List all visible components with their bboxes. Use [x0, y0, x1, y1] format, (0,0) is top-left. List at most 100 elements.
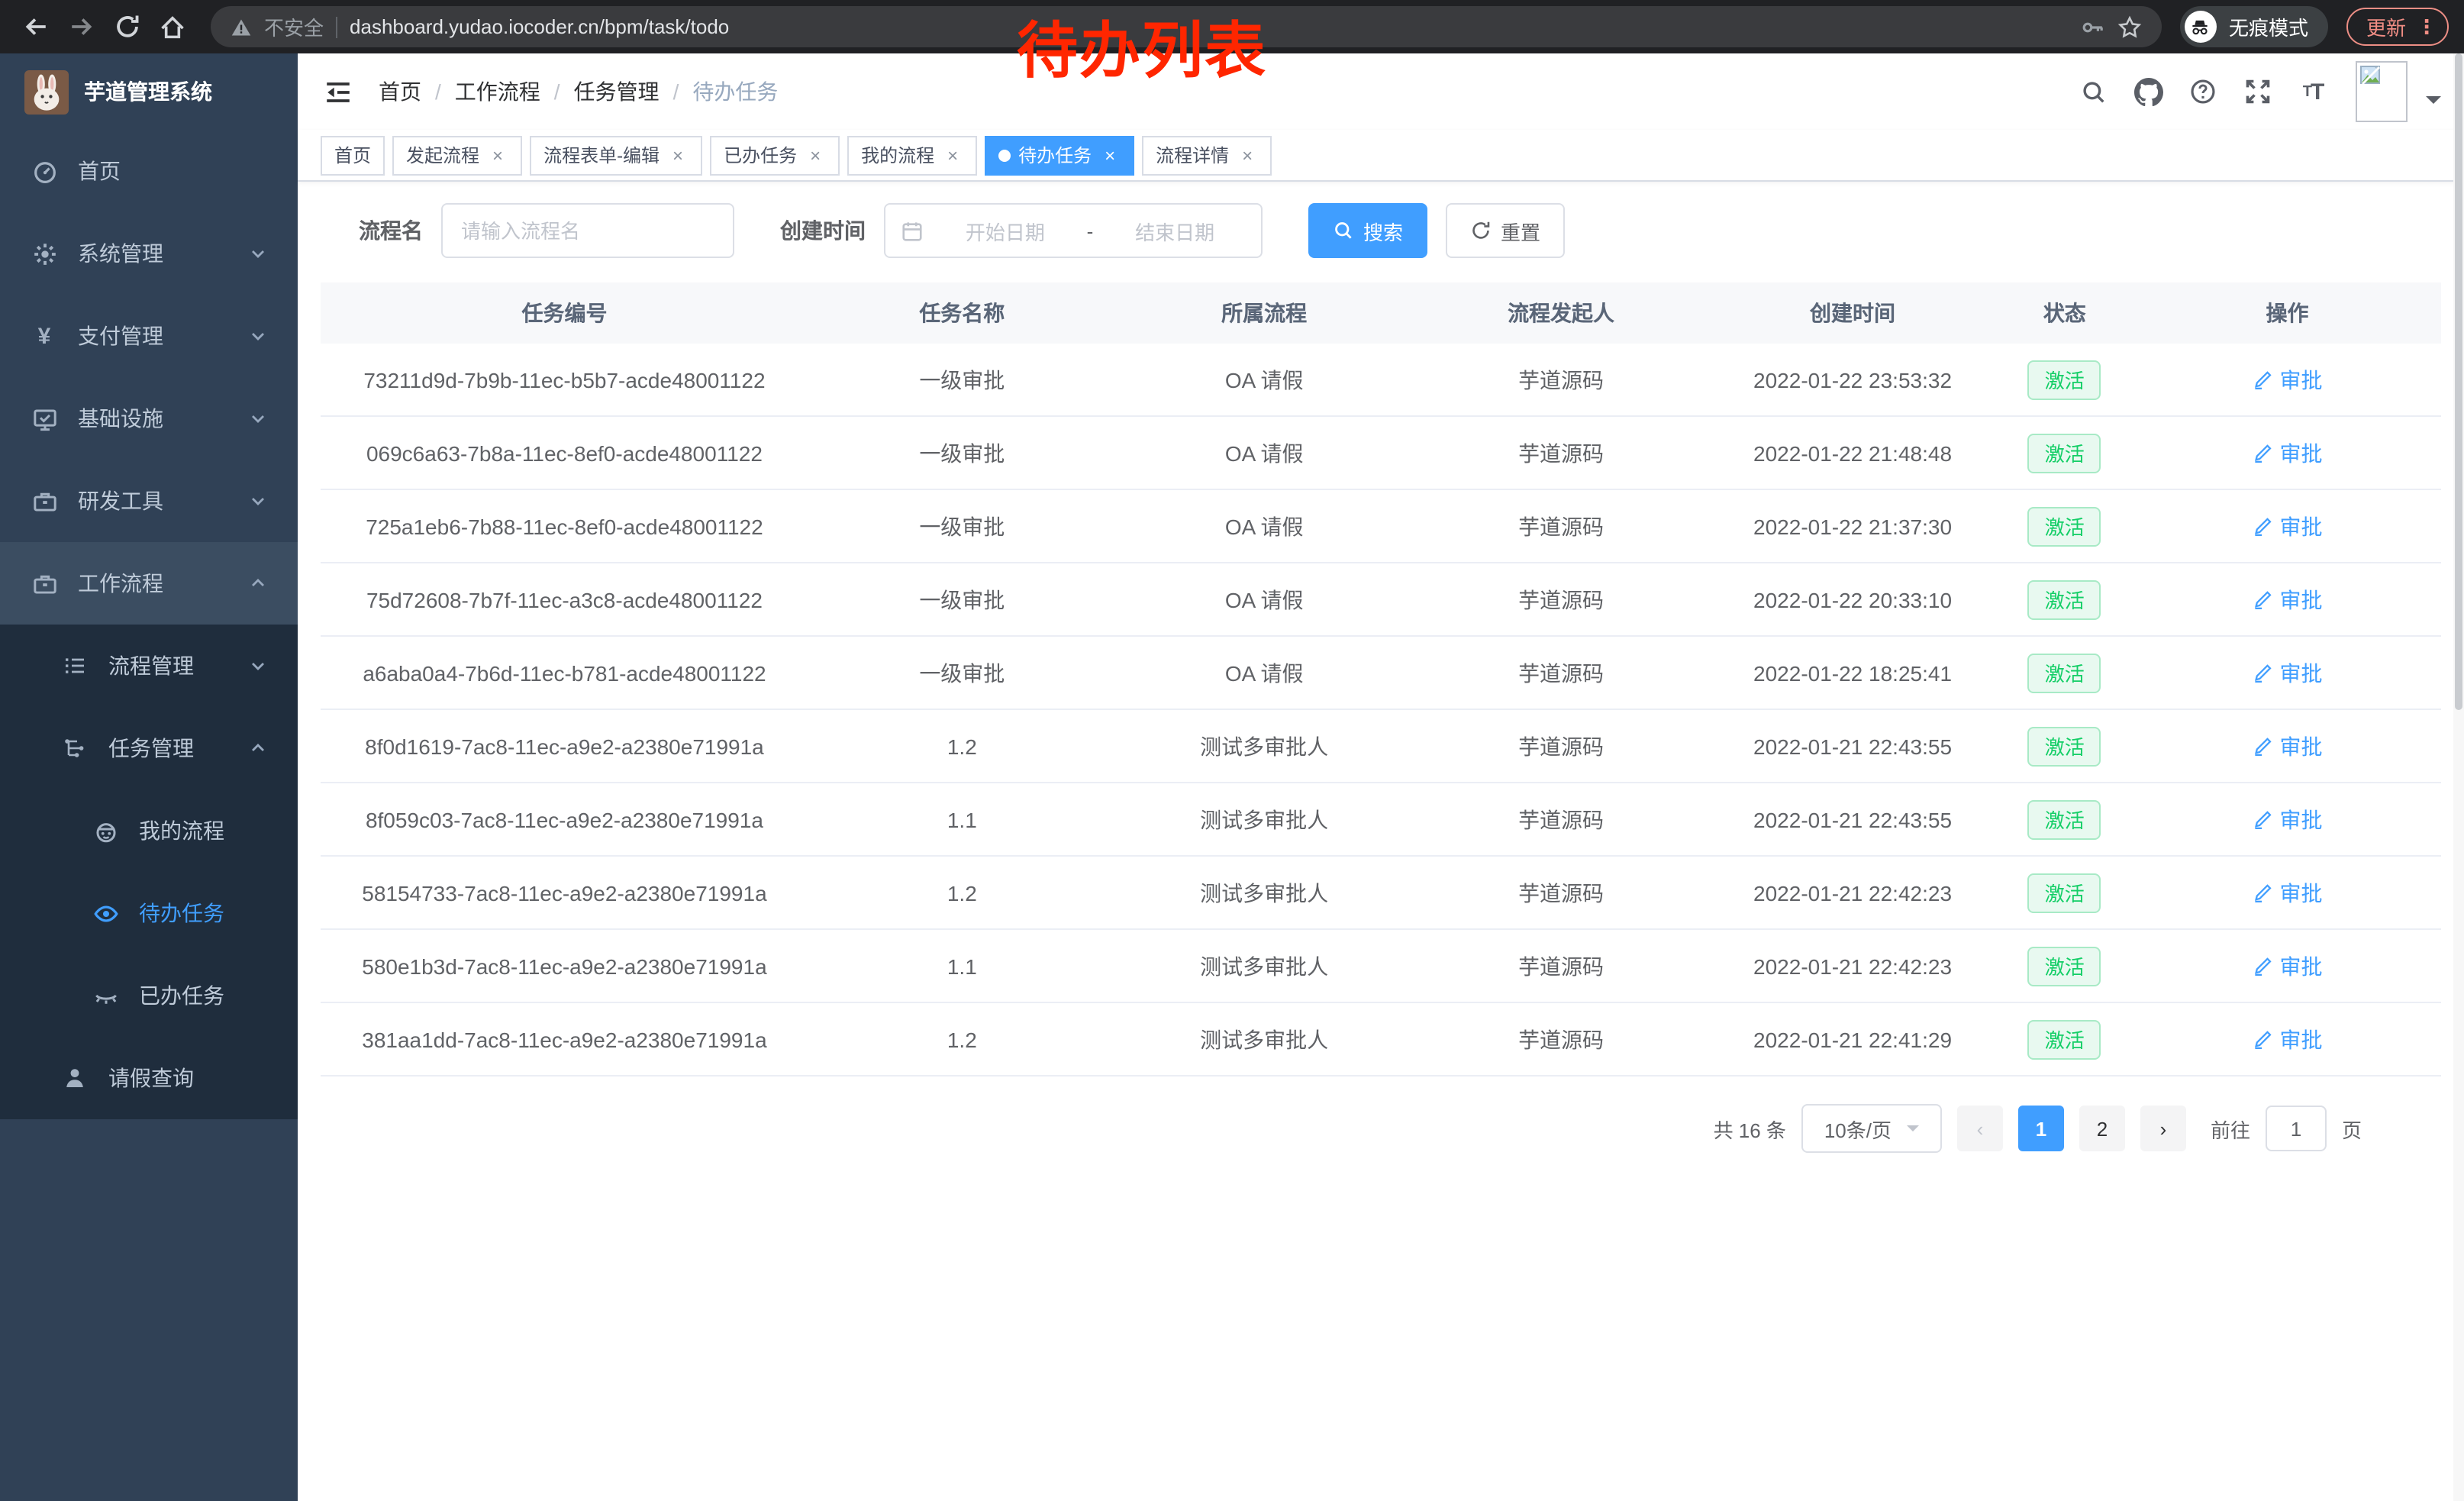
table-row: 580e1b3d-7ac8-11ec-a9e2-a2380e71991a 1.1… — [321, 930, 2441, 1003]
approve-link[interactable]: 审批 — [2252, 731, 2322, 761]
sidebar-item-payment[interactable]: ¥ 支付管理 — [0, 295, 298, 377]
eye-icon — [92, 900, 119, 926]
browser-menu-icon[interactable]: ⋮ — [2417, 15, 2437, 39]
security-warning-icon — [231, 16, 252, 37]
table-header: 任务编号 任务名称 所属流程 流程发起人 创建时间 状态 操作 — [321, 282, 2441, 344]
sidebar-item-my-process[interactable]: 我的流程 — [0, 789, 298, 872]
workflow-icon — [31, 570, 58, 596]
approve-link[interactable]: 审批 — [2252, 657, 2322, 688]
close-icon[interactable]: × — [487, 144, 508, 166]
table-row: 725a1eb6-7b88-11ec-8ef0-acde48001122 一级审… — [321, 490, 2441, 563]
next-page-button[interactable]: › — [2140, 1106, 2186, 1151]
user-menu-caret-icon[interactable] — [2426, 96, 2441, 111]
tab-start-process[interactable]: 发起流程× — [392, 135, 522, 175]
avatar[interactable] — [2356, 61, 2408, 122]
bookmark-star-icon[interactable] — [2117, 15, 2142, 39]
approve-link[interactable]: 审批 — [2252, 511, 2322, 541]
approve-link[interactable]: 审批 — [2252, 437, 2322, 468]
page-button-2[interactable]: 2 — [2079, 1106, 2125, 1151]
cell-task-id: 580e1b3d-7ac8-11ec-a9e2-a2380e71991a — [321, 954, 808, 978]
sidebar-item-devtools[interactable]: 研发工具 — [0, 460, 298, 542]
tab-process-detail[interactable]: 流程详情× — [1142, 135, 1272, 175]
back-icon[interactable] — [15, 7, 55, 47]
cell-process: OA 请假 — [1116, 437, 1413, 468]
sidebar-item-leave-query[interactable]: 请假查询 — [0, 1037, 298, 1119]
status-badge: 激活 — [2028, 653, 2101, 692]
search-icon[interactable] — [2072, 70, 2114, 113]
approve-link[interactable]: 审批 — [2252, 877, 2322, 908]
breadcrumb-workflow[interactable]: 工作流程 — [455, 76, 540, 107]
monitor-icon — [31, 405, 58, 431]
approve-link[interactable]: 审批 — [2252, 1024, 2322, 1054]
sidebar-item-system[interactable]: 系统管理 — [0, 212, 298, 295]
page-button-1[interactable]: 1 — [2018, 1106, 2064, 1151]
update-button[interactable]: 更新 ⋮ — [2346, 8, 2449, 46]
fullscreen-icon[interactable] — [2237, 70, 2279, 113]
home-icon[interactable] — [153, 7, 192, 47]
close-icon[interactable]: × — [942, 144, 963, 166]
sidebar-item-label: 请假查询 — [108, 1063, 194, 1093]
workflow-submenu: 流程管理 任务管理 我的流程 — [0, 625, 298, 1119]
sidebar-item-infrastructure[interactable]: 基础设施 — [0, 377, 298, 460]
page-size-select[interactable]: 10条/页 — [1801, 1104, 1942, 1153]
tab-todo-tasks[interactable]: 待办任务× — [985, 135, 1134, 175]
github-icon[interactable] — [2127, 70, 2169, 113]
cell-starter: 芋道源码 — [1413, 511, 1710, 541]
sidebar-item-label: 支付管理 — [78, 321, 163, 351]
approve-link[interactable]: 审批 — [2252, 804, 2322, 834]
forward-icon[interactable] — [61, 7, 101, 47]
table-row: 8f0d1619-7ac8-11ec-a9e2-a2380e71991a 1.2… — [321, 710, 2441, 783]
calendar-icon — [901, 219, 924, 242]
cell-process: 测试多审批人 — [1116, 731, 1413, 761]
sidebar-item-home[interactable]: 首页 — [0, 130, 298, 212]
goto-page-input[interactable] — [2266, 1106, 2327, 1151]
breadcrumb-current: 待办任务 — [692, 76, 778, 107]
create-time-label: 创建时间 — [780, 215, 866, 246]
reload-icon[interactable] — [107, 7, 147, 47]
sidebar-item-todo-tasks[interactable]: 待办任务 — [0, 872, 298, 954]
process-name-input[interactable] — [441, 203, 734, 258]
status-badge: 激活 — [2028, 506, 2101, 546]
close-icon[interactable]: × — [1237, 144, 1258, 166]
font-size-icon[interactable]: TT — [2291, 70, 2334, 113]
cell-process: OA 请假 — [1116, 511, 1413, 541]
date-range-picker[interactable]: 开始日期 - 结束日期 — [884, 203, 1263, 258]
tab-done-tasks[interactable]: 已办任务× — [710, 135, 840, 175]
table-row: a6aba0a4-7b6d-11ec-b781-acde48001122 一级审… — [321, 637, 2441, 710]
close-icon[interactable]: × — [667, 144, 689, 166]
status-badge: 激活 — [2028, 433, 2101, 473]
pagination: 共 16 条 10条/页 ‹ 1 2 › 前往 页 — [321, 1104, 2362, 1153]
status-badge: 激活 — [2028, 1019, 2101, 1059]
reset-button[interactable]: 重置 — [1446, 203, 1565, 258]
app-logo-row[interactable]: 芋道管理系统 — [0, 53, 298, 130]
close-icon[interactable]: × — [805, 144, 826, 166]
approve-link[interactable]: 审批 — [2252, 584, 2322, 615]
scrollbar-thumb[interactable] — [2455, 53, 2462, 710]
tab-my-process[interactable]: 我的流程× — [847, 135, 977, 175]
sidebar-item-process-management[interactable]: 流程管理 — [0, 625, 298, 707]
close-icon[interactable]: × — [1099, 144, 1121, 166]
approve-link[interactable]: 审批 — [2252, 364, 2322, 395]
sidebar-item-workflow[interactable]: 工作流程 — [0, 542, 298, 625]
search-button[interactable]: 搜索 — [1308, 203, 1427, 258]
app-title: 芋道管理系统 — [84, 76, 212, 107]
sidebar-item-task-management[interactable]: 任务管理 — [0, 707, 298, 789]
approve-link[interactable]: 审批 — [2252, 951, 2322, 981]
cell-created: 2022-01-22 21:37:30 — [1710, 514, 1996, 538]
cell-task-name: 1.1 — [808, 954, 1116, 978]
process-name-label: 流程名 — [359, 215, 423, 246]
prev-page-button[interactable]: ‹ — [1957, 1106, 2003, 1151]
sidebar-item-label: 流程管理 — [108, 650, 194, 681]
sidebar-item-done-tasks[interactable]: 已办任务 — [0, 954, 298, 1037]
cell-task-id: 58154733-7ac8-11ec-a9e2-a2380e71991a — [321, 880, 808, 905]
help-icon[interactable] — [2182, 70, 2224, 113]
tab-home[interactable]: 首页 — [321, 135, 385, 175]
breadcrumb-task-management[interactable]: 任务管理 — [574, 76, 660, 107]
breadcrumb-home[interactable]: 首页 — [379, 76, 421, 107]
sidebar-toggle-icon[interactable] — [321, 75, 354, 108]
tab-process-form-edit[interactable]: 流程表单-编辑× — [530, 135, 702, 175]
password-key-icon[interactable] — [2081, 15, 2105, 39]
cell-created: 2022-01-21 22:42:23 — [1710, 954, 1996, 978]
cell-task-name: 1.2 — [808, 734, 1116, 758]
column-header: 流程发起人 — [1413, 298, 1710, 328]
